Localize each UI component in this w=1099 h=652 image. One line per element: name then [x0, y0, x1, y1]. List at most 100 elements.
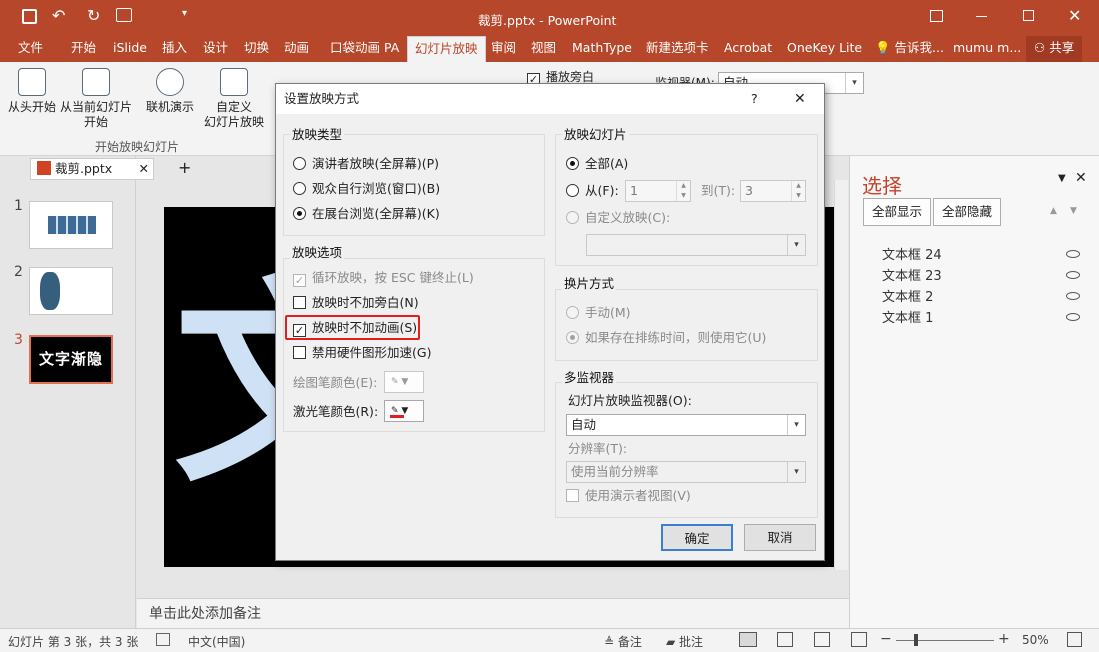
browsed-window-radio[interactable]: 观众自行浏览(窗口)(B): [293, 181, 440, 197]
layer-item[interactable]: 文本框 23: [882, 265, 942, 284]
reading-view-icon[interactable]: [814, 632, 830, 647]
laser-color-button[interactable]: ✎ ▼: [384, 400, 424, 422]
save-icon[interactable]: [22, 9, 37, 24]
maximize-icon[interactable]: [1023, 10, 1034, 21]
chevron-down-icon: ▾: [787, 235, 805, 255]
notes-toggle[interactable]: ≜ 备注: [604, 633, 642, 650]
setup-show-dialog: 设置放映方式 ? ✕ 放映类型 演讲者放映(全屏幕)(P) 观众自行浏览(窗口)…: [275, 83, 825, 561]
advance-group: [555, 289, 818, 361]
eye-icon[interactable]: [1066, 271, 1080, 279]
no-narration-checkbox[interactable]: 放映时不加旁白(N): [293, 295, 419, 311]
loop-checkbox[interactable]: ✓ 循环放映，按 ESC 键终止(L): [293, 270, 474, 287]
from-spinner[interactable]: 1 ▲ ▼: [625, 180, 691, 202]
zoom-slider[interactable]: [896, 640, 994, 641]
tab-file[interactable]: 文件: [18, 36, 43, 62]
slideshow-current-icon: [82, 68, 110, 96]
share-button[interactable]: ⚇ 共享: [1026, 36, 1083, 62]
document-tab[interactable]: 裁剪.pptx ✕: [30, 158, 154, 180]
tab-design[interactable]: 设计: [203, 36, 228, 62]
tab-acrobat[interactable]: Acrobat: [724, 36, 772, 62]
ribbon-display-icon[interactable]: [930, 10, 943, 22]
tell-me-search[interactable]: 💡 告诉我...: [875, 36, 944, 62]
resolution-combo[interactable]: 使用当前分辨率 ▾: [566, 461, 806, 483]
eye-icon[interactable]: [1066, 313, 1080, 321]
no-hw-accel-checkbox[interactable]: 禁用硬件图形加速(G): [293, 345, 431, 361]
zoom-out-icon[interactable]: −: [880, 631, 892, 647]
online-present-button[interactable]: 联机演示: [144, 68, 196, 115]
tab-transitions[interactable]: 切换: [244, 36, 269, 62]
zoom-level[interactable]: 50%: [1022, 633, 1049, 647]
pane-options-icon[interactable]: ▼: [1058, 173, 1066, 184]
kiosk-radio[interactable]: 在展台浏览(全屏幕)(K): [293, 206, 440, 222]
fit-to-window-icon[interactable]: [1067, 632, 1082, 647]
comments-toggle[interactable]: ▰ 批注: [666, 633, 703, 650]
from-current-button[interactable]: 从当前幻灯片 开始: [60, 68, 132, 130]
slide-thumbnail-2[interactable]: [29, 267, 113, 315]
zoom-thumb[interactable]: [914, 634, 918, 646]
layer-item[interactable]: 文本框 24: [882, 244, 942, 263]
slide-thumbnail-1[interactable]: [29, 201, 113, 249]
no-hw-accel-label: 禁用硬件图形加速(G): [312, 345, 432, 360]
move-down-icon[interactable]: ▼: [1070, 206, 1077, 216]
slide-thumbnail-3[interactable]: 文字渐隐: [29, 335, 113, 384]
close-icon[interactable]: ✕: [1068, 6, 1081, 25]
presenter-view-checkbox[interactable]: 使用演示者视图(V): [566, 488, 691, 504]
ok-button[interactable]: 确定: [661, 524, 733, 551]
presenter-radio[interactable]: 演讲者放映(全屏幕)(P): [293, 156, 439, 172]
undo-icon[interactable]: ↶: [52, 6, 65, 25]
hide-all-button[interactable]: 全部隐藏: [933, 198, 1002, 226]
help-icon[interactable]: ?: [751, 84, 758, 114]
slideshow-view-icon[interactable]: [851, 632, 867, 647]
minimize-icon[interactable]: [976, 16, 987, 17]
notes-pane[interactable]: 单击此处添加备注: [137, 598, 849, 628]
layer-item[interactable]: 文本框 2: [882, 286, 933, 305]
vertical-scrollbar[interactable]: [834, 180, 848, 570]
normal-view-icon[interactable]: [739, 632, 757, 647]
tab-mathtype[interactable]: MathType: [572, 36, 632, 62]
from-radio[interactable]: 从(F):: [566, 183, 619, 199]
show-options-label: 放映选项: [290, 242, 345, 261]
sorter-view-icon[interactable]: [777, 632, 793, 647]
tab-review[interactable]: 审阅: [491, 36, 516, 62]
eye-icon[interactable]: [1066, 250, 1080, 258]
all-slides-label: 全部(A): [585, 156, 629, 171]
no-animation-checkbox[interactable]: ✓ 放映时不加动画(S): [293, 320, 417, 337]
show-all-button[interactable]: 全部显示: [863, 198, 932, 226]
customize-toolbar-icon[interactable]: ▾: [182, 8, 187, 19]
pen-color-button[interactable]: ✎ ▼: [384, 371, 424, 393]
from-beginning-button[interactable]: 从头开始: [6, 68, 58, 115]
redo-icon[interactable]: ↻: [87, 6, 100, 25]
user-name[interactable]: mumu m...: [953, 36, 1021, 62]
new-tab-icon[interactable]: +: [178, 158, 191, 177]
tab-onekey[interactable]: OneKey Lite: [787, 36, 862, 62]
move-up-icon[interactable]: ▲: [1050, 206, 1057, 216]
cancel-button[interactable]: 取消: [744, 524, 816, 551]
close-pane-icon[interactable]: ✕: [1075, 170, 1087, 186]
spin-arrows-icon[interactable]: ▲ ▼: [676, 181, 690, 201]
language-status[interactable]: 中文(中国): [188, 633, 245, 650]
timings-radio[interactable]: 如果存在排练时间，则使用它(U): [566, 330, 766, 346]
spin-arrows-icon[interactable]: ▲ ▼: [791, 181, 805, 201]
to-spinner[interactable]: 3 ▲ ▼: [740, 180, 806, 202]
layer-item[interactable]: 文本框 1: [882, 307, 933, 326]
dialog-close-icon[interactable]: ✕: [794, 84, 806, 114]
tab-slideshow[interactable]: 幻灯片放映: [407, 36, 486, 62]
present-icon[interactable]: [116, 8, 132, 22]
tab-islide[interactable]: iSlide: [113, 36, 147, 62]
eye-icon[interactable]: [1066, 292, 1080, 300]
close-tab-icon[interactable]: ✕: [139, 159, 149, 179]
slideshow-monitor-combo[interactable]: 自动 ▾: [566, 414, 806, 436]
custom-show-button[interactable]: 自定义 幻灯片放映: [198, 68, 270, 130]
tab-insert[interactable]: 插入: [162, 36, 187, 62]
tab-view[interactable]: 视图: [531, 36, 556, 62]
tab-home[interactable]: 开始: [71, 36, 96, 62]
tab-animations[interactable]: 动画: [284, 36, 309, 62]
tab-pocket-animation[interactable]: 口袋动画 PA: [330, 36, 399, 62]
manual-radio[interactable]: 手动(M): [566, 305, 631, 321]
all-slides-radio[interactable]: 全部(A): [566, 156, 628, 172]
spellcheck-icon[interactable]: [156, 633, 170, 646]
tab-new-tab[interactable]: 新建选项卡: [646, 36, 709, 62]
custom-show-radio[interactable]: 自定义放映(C):: [566, 210, 670, 226]
zoom-in-icon[interactable]: +: [998, 631, 1010, 647]
custom-show-combo[interactable]: ▾: [586, 234, 806, 256]
